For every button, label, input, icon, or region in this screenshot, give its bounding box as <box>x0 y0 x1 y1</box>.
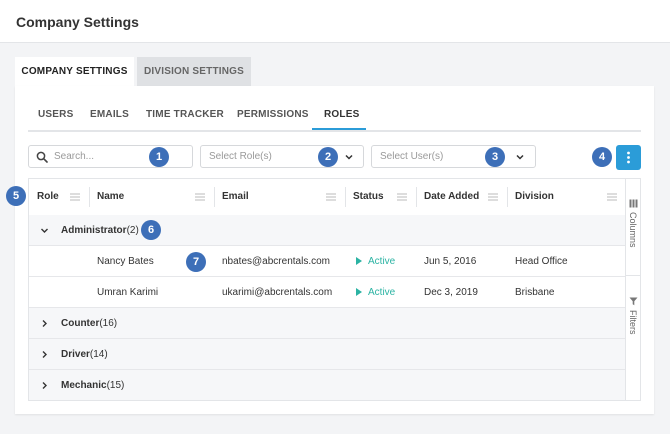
top-bar: Company Settings <box>0 0 670 43</box>
group-name: Driver <box>61 349 90 360</box>
status-text: Active <box>368 256 396 267</box>
cell-status: Active <box>356 277 395 308</box>
cell-status: Active <box>356 246 395 277</box>
columns-label: Columns <box>628 212 638 248</box>
callout-badge-3: 3 <box>485 147 505 167</box>
play-icon <box>356 288 362 296</box>
group-row-counter[interactable]: Counter(16) <box>29 308 625 339</box>
chevron-right-icon[interactable] <box>40 350 49 359</box>
chevron-down-icon[interactable] <box>515 152 525 162</box>
group-label: Counter(16) <box>61 308 117 339</box>
roles-grid: Role Name Email Status Date Added Divisi… <box>28 178 641 401</box>
play-icon <box>356 257 362 265</box>
cell-email: ukarimi@abcrentals.com <box>222 287 333 298</box>
callout-badge-5: 5 <box>6 186 26 206</box>
group-label: Mechanic(15) <box>61 370 125 400</box>
group-name: Administrator <box>61 225 127 236</box>
subtab-roles[interactable]: ROLES <box>324 109 359 120</box>
column-divider <box>507 187 508 207</box>
group-name: Mechanic <box>61 380 107 391</box>
column-menu-icon[interactable] <box>326 193 336 201</box>
callout-badge-6: 6 <box>141 220 161 240</box>
role-select-input[interactable] <box>209 151 309 162</box>
cell-division: Brisbane <box>515 287 555 298</box>
group-label: Administrator(2) <box>61 215 139 246</box>
subtab-time-tracker[interactable]: TIME TRACKER <box>146 109 224 120</box>
group-label: Driver(14) <box>61 339 108 370</box>
chevron-down-icon[interactable] <box>40 226 49 235</box>
table-row[interactable]: Umran Karimi ukarimi@abcrentals.com Acti… <box>29 277 625 308</box>
chevron-right-icon[interactable] <box>40 319 49 328</box>
group-count: (14) <box>89 349 108 360</box>
callout-badge-4: 4 <box>592 147 612 167</box>
cell-email: nbates@abcrentals.com <box>222 256 330 267</box>
grid-header: Role Name Email Status Date Added Divisi… <box>29 179 625 216</box>
more-options-button[interactable] <box>616 145 641 170</box>
column-header-role[interactable]: Role <box>37 179 59 215</box>
subtab-users[interactable]: USERS <box>38 109 73 120</box>
group-name: Counter <box>61 318 100 329</box>
cell-date-added: Dec 3, 2019 <box>424 287 478 298</box>
callout-badge-7: 7 <box>186 252 206 272</box>
group-row-driver[interactable]: Driver(14) <box>29 339 625 370</box>
chevron-right-icon[interactable] <box>40 381 49 390</box>
tab-division-settings[interactable]: DIVISION SETTINGS <box>137 57 251 86</box>
table-row[interactable]: Nancy Bates nbates@abcrentals.com Active… <box>29 246 625 277</box>
tab-company-settings[interactable]: COMPANY SETTINGS <box>15 57 134 86</box>
callout-badge-2: 2 <box>318 147 338 167</box>
filters-label: Filters <box>628 310 638 335</box>
user-select-input[interactable] <box>380 151 480 162</box>
search-icon <box>36 151 48 163</box>
cell-name: Umran Karimi <box>97 287 159 298</box>
subtab-emails[interactable]: EMAILS <box>90 109 129 120</box>
tool-panel-sidebar: Columns Filters <box>625 179 640 400</box>
group-count: (2) <box>126 225 139 236</box>
status-text: Active <box>368 287 396 298</box>
column-divider <box>345 187 346 207</box>
column-header-division[interactable]: Division <box>515 179 554 215</box>
filters-panel-button[interactable]: Filters <box>626 297 640 367</box>
columns-panel-button[interactable]: Columns <box>626 199 640 269</box>
group-count: (16) <box>99 318 118 329</box>
more-vertical-icon <box>627 151 630 164</box>
user-select[interactable] <box>371 145 536 168</box>
chevron-down-icon[interactable] <box>344 152 354 162</box>
column-header-name[interactable]: Name <box>97 179 124 215</box>
column-divider <box>214 187 215 207</box>
callout-badge-1: 1 <box>149 147 169 167</box>
column-header-date-added[interactable]: Date Added <box>424 179 479 215</box>
page-title: Company Settings <box>16 14 139 30</box>
group-row-administrator[interactable]: Administrator(2) <box>29 215 625 246</box>
group-row-mechanic[interactable]: Mechanic(15) <box>29 370 625 400</box>
columns-icon <box>629 199 638 208</box>
column-header-email[interactable]: Email <box>222 179 249 215</box>
column-menu-icon[interactable] <box>195 193 205 201</box>
cell-division: Head Office <box>515 256 568 267</box>
cell-date-added: Jun 5, 2016 <box>424 256 477 267</box>
column-divider <box>89 187 90 207</box>
column-menu-icon[interactable] <box>488 193 498 201</box>
search-input[interactable] <box>54 151 124 162</box>
column-divider <box>416 187 417 207</box>
cell-name: Nancy Bates <box>97 256 154 267</box>
group-count: (15) <box>106 380 125 391</box>
column-header-status[interactable]: Status <box>353 179 384 215</box>
column-menu-icon[interactable] <box>397 193 407 201</box>
panel-divider <box>626 275 640 276</box>
column-menu-icon[interactable] <box>70 193 80 201</box>
role-select[interactable] <box>200 145 364 168</box>
filter-icon <box>629 297 638 306</box>
subtab-permissions[interactable]: PERMISSIONS <box>237 109 309 120</box>
column-menu-icon[interactable] <box>607 193 617 201</box>
active-subtab-indicator <box>312 128 366 130</box>
